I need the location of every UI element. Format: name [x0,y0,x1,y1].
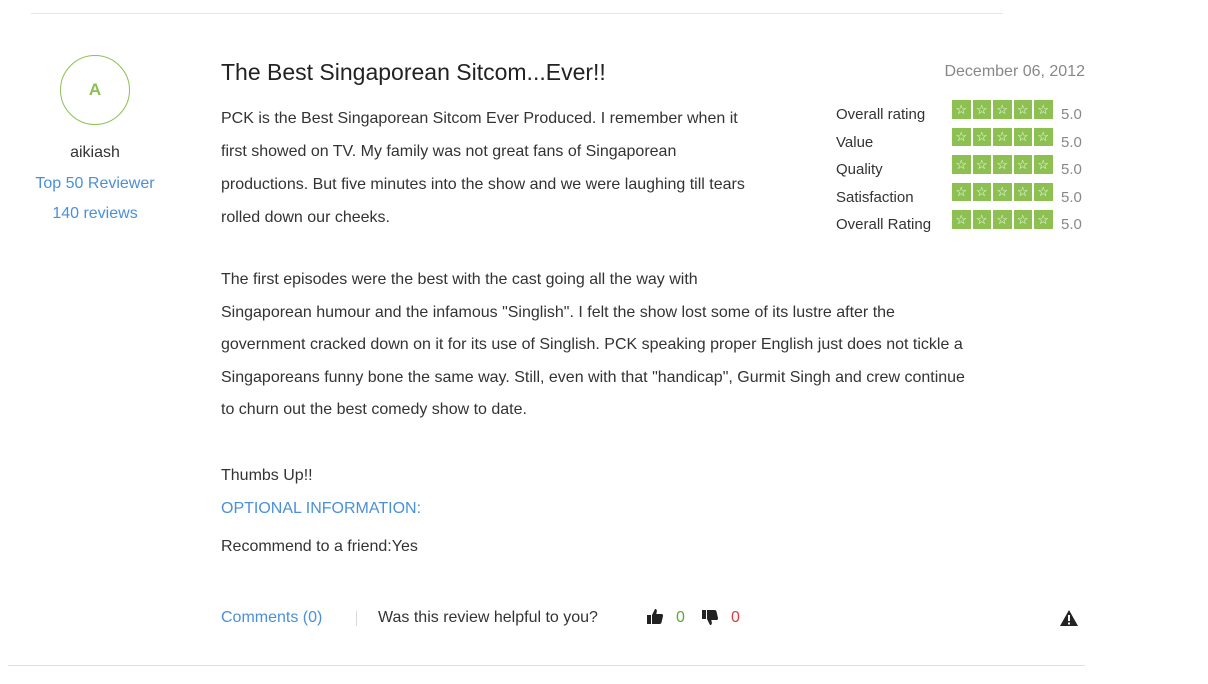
helpful-down-count: 0 [731,609,740,626]
recommend-to-friend: Recommend to a friend:Yes [221,538,418,555]
review-line: productions. But five minutes into the s… [221,176,745,193]
comments-link[interactable]: Comments (0) [221,609,322,627]
star-icon: ☆ [952,100,971,119]
star-rating: ☆ ☆ ☆ ☆ ☆ [952,155,1053,174]
rating-value: 5.0 [1061,133,1082,151]
reviewer-rank-link[interactable]: Top 50 Reviewer [20,175,170,193]
star-rating: ☆ ☆ ☆ ☆ ☆ [952,210,1053,229]
star-rating: ☆ ☆ ☆ ☆ ☆ [952,127,1053,146]
star-icon: ☆ [1013,155,1032,174]
star-icon: ☆ [952,127,971,146]
review-line: PCK is the Best Singaporean Sitcom Ever … [221,110,738,127]
star-icon: ☆ [993,127,1012,146]
star-icon: ☆ [1013,127,1032,146]
star-icon: ☆ [1034,100,1053,119]
rating-row: Quality ☆ ☆ ☆ ☆ ☆ 5.0 [836,155,1096,183]
star-icon: ☆ [1034,155,1053,174]
rating-label: Value [836,133,874,151]
star-icon: ☆ [952,155,971,174]
review-closing: Thumbs Up!! [221,467,313,484]
review-line: Singaporeans funny bone the same way. St… [221,368,965,386]
star-rating: ☆ ☆ ☆ ☆ ☆ [952,182,1053,201]
review-line: to churn out the best comedy show to dat… [221,401,527,418]
star-icon: ☆ [972,182,991,201]
rating-row: Overall Rating ☆ ☆ ☆ ☆ ☆ 5.0 [836,210,1096,238]
top-divider [31,13,1003,14]
review-title: The Best Singaporean Sitcom...Ever!! [221,59,606,85]
star-icon: ☆ [972,155,991,174]
rating-value: 5.0 [1061,161,1082,178]
star-icon: ☆ [952,210,971,229]
warning-icon[interactable] [1059,608,1079,628]
star-icon: ☆ [1034,182,1053,201]
rating-label: Overall rating [836,106,926,123]
helpful-question: Was this review helpful to you? [378,609,598,626]
star-icon: ☆ [1013,100,1032,119]
rating-row: Value ☆ ☆ ☆ ☆ ☆ 5.0 [836,127,1096,156]
review-line: Singaporean humour and the infamous "Sin… [221,303,895,321]
ratings-panel: Overall rating ☆ ☆ ☆ ☆ ☆ 5.0 Value ☆ ☆ ☆ ☆ ☆ 5.0 Quali… [836,100,1096,238]
star-icon: ☆ [972,210,991,229]
reviewer-reviews-link[interactable]: 140 reviews [20,205,170,223]
review-paragraph-2: The first episodes were the best with th… [221,264,1091,427]
review-line: government cracked down on it for its us… [221,336,963,353]
thumbs-up-icon[interactable] [645,607,665,627]
rating-row: Satisfaction ☆ ☆ ☆ ☆ ☆ 5.0 [836,182,1096,211]
star-icon: ☆ [1013,182,1032,201]
rating-row: Overall rating ☆ ☆ ☆ ☆ ☆ 5.0 [836,100,1096,128]
star-icon: ☆ [993,155,1012,174]
review-line: first showed on TV. My family was not gr… [221,143,677,160]
review-date: December 06, 2012 [944,63,1085,80]
helpful-up-count: 0 [676,609,685,626]
bottom-divider [8,665,1085,666]
rating-label: Quality [836,161,883,178]
rating-label: Satisfaction [836,188,914,206]
star-icon: ☆ [1013,210,1032,229]
rating-value: 5.0 [1061,216,1082,233]
review-line: The first episodes were the best with th… [221,271,698,288]
star-icon: ☆ [952,182,971,201]
star-icon: ☆ [1034,127,1053,146]
star-icon: ☆ [972,127,991,146]
rating-value: 5.0 [1061,106,1082,123]
rating-label: Overall Rating [836,216,932,233]
review-paragraph-1: PCK is the Best Singaporean Sitcom Ever … [221,102,821,234]
rating-value: 5.0 [1061,188,1082,206]
optional-info-header: OPTIONAL INFORMATION: [221,500,422,517]
reviewer-name[interactable]: aikiash [20,144,170,162]
star-icon: ☆ [972,100,991,119]
star-icon: ☆ [993,182,1012,201]
star-icon: ☆ [993,210,1012,229]
review-line: rolled down our cheeks. [221,209,390,226]
star-icon: ☆ [1034,210,1053,229]
reviewer-panel: A aikiash Top 50 Reviewer 140 reviews [20,55,170,223]
review-footer: Comments (0) Was this review helpful to … [221,603,1091,633]
thumbs-down-icon[interactable] [700,607,720,627]
avatar[interactable]: A [60,55,130,125]
footer-separator [356,611,357,626]
star-icon: ☆ [993,100,1012,119]
star-rating: ☆ ☆ ☆ ☆ ☆ [952,100,1053,119]
